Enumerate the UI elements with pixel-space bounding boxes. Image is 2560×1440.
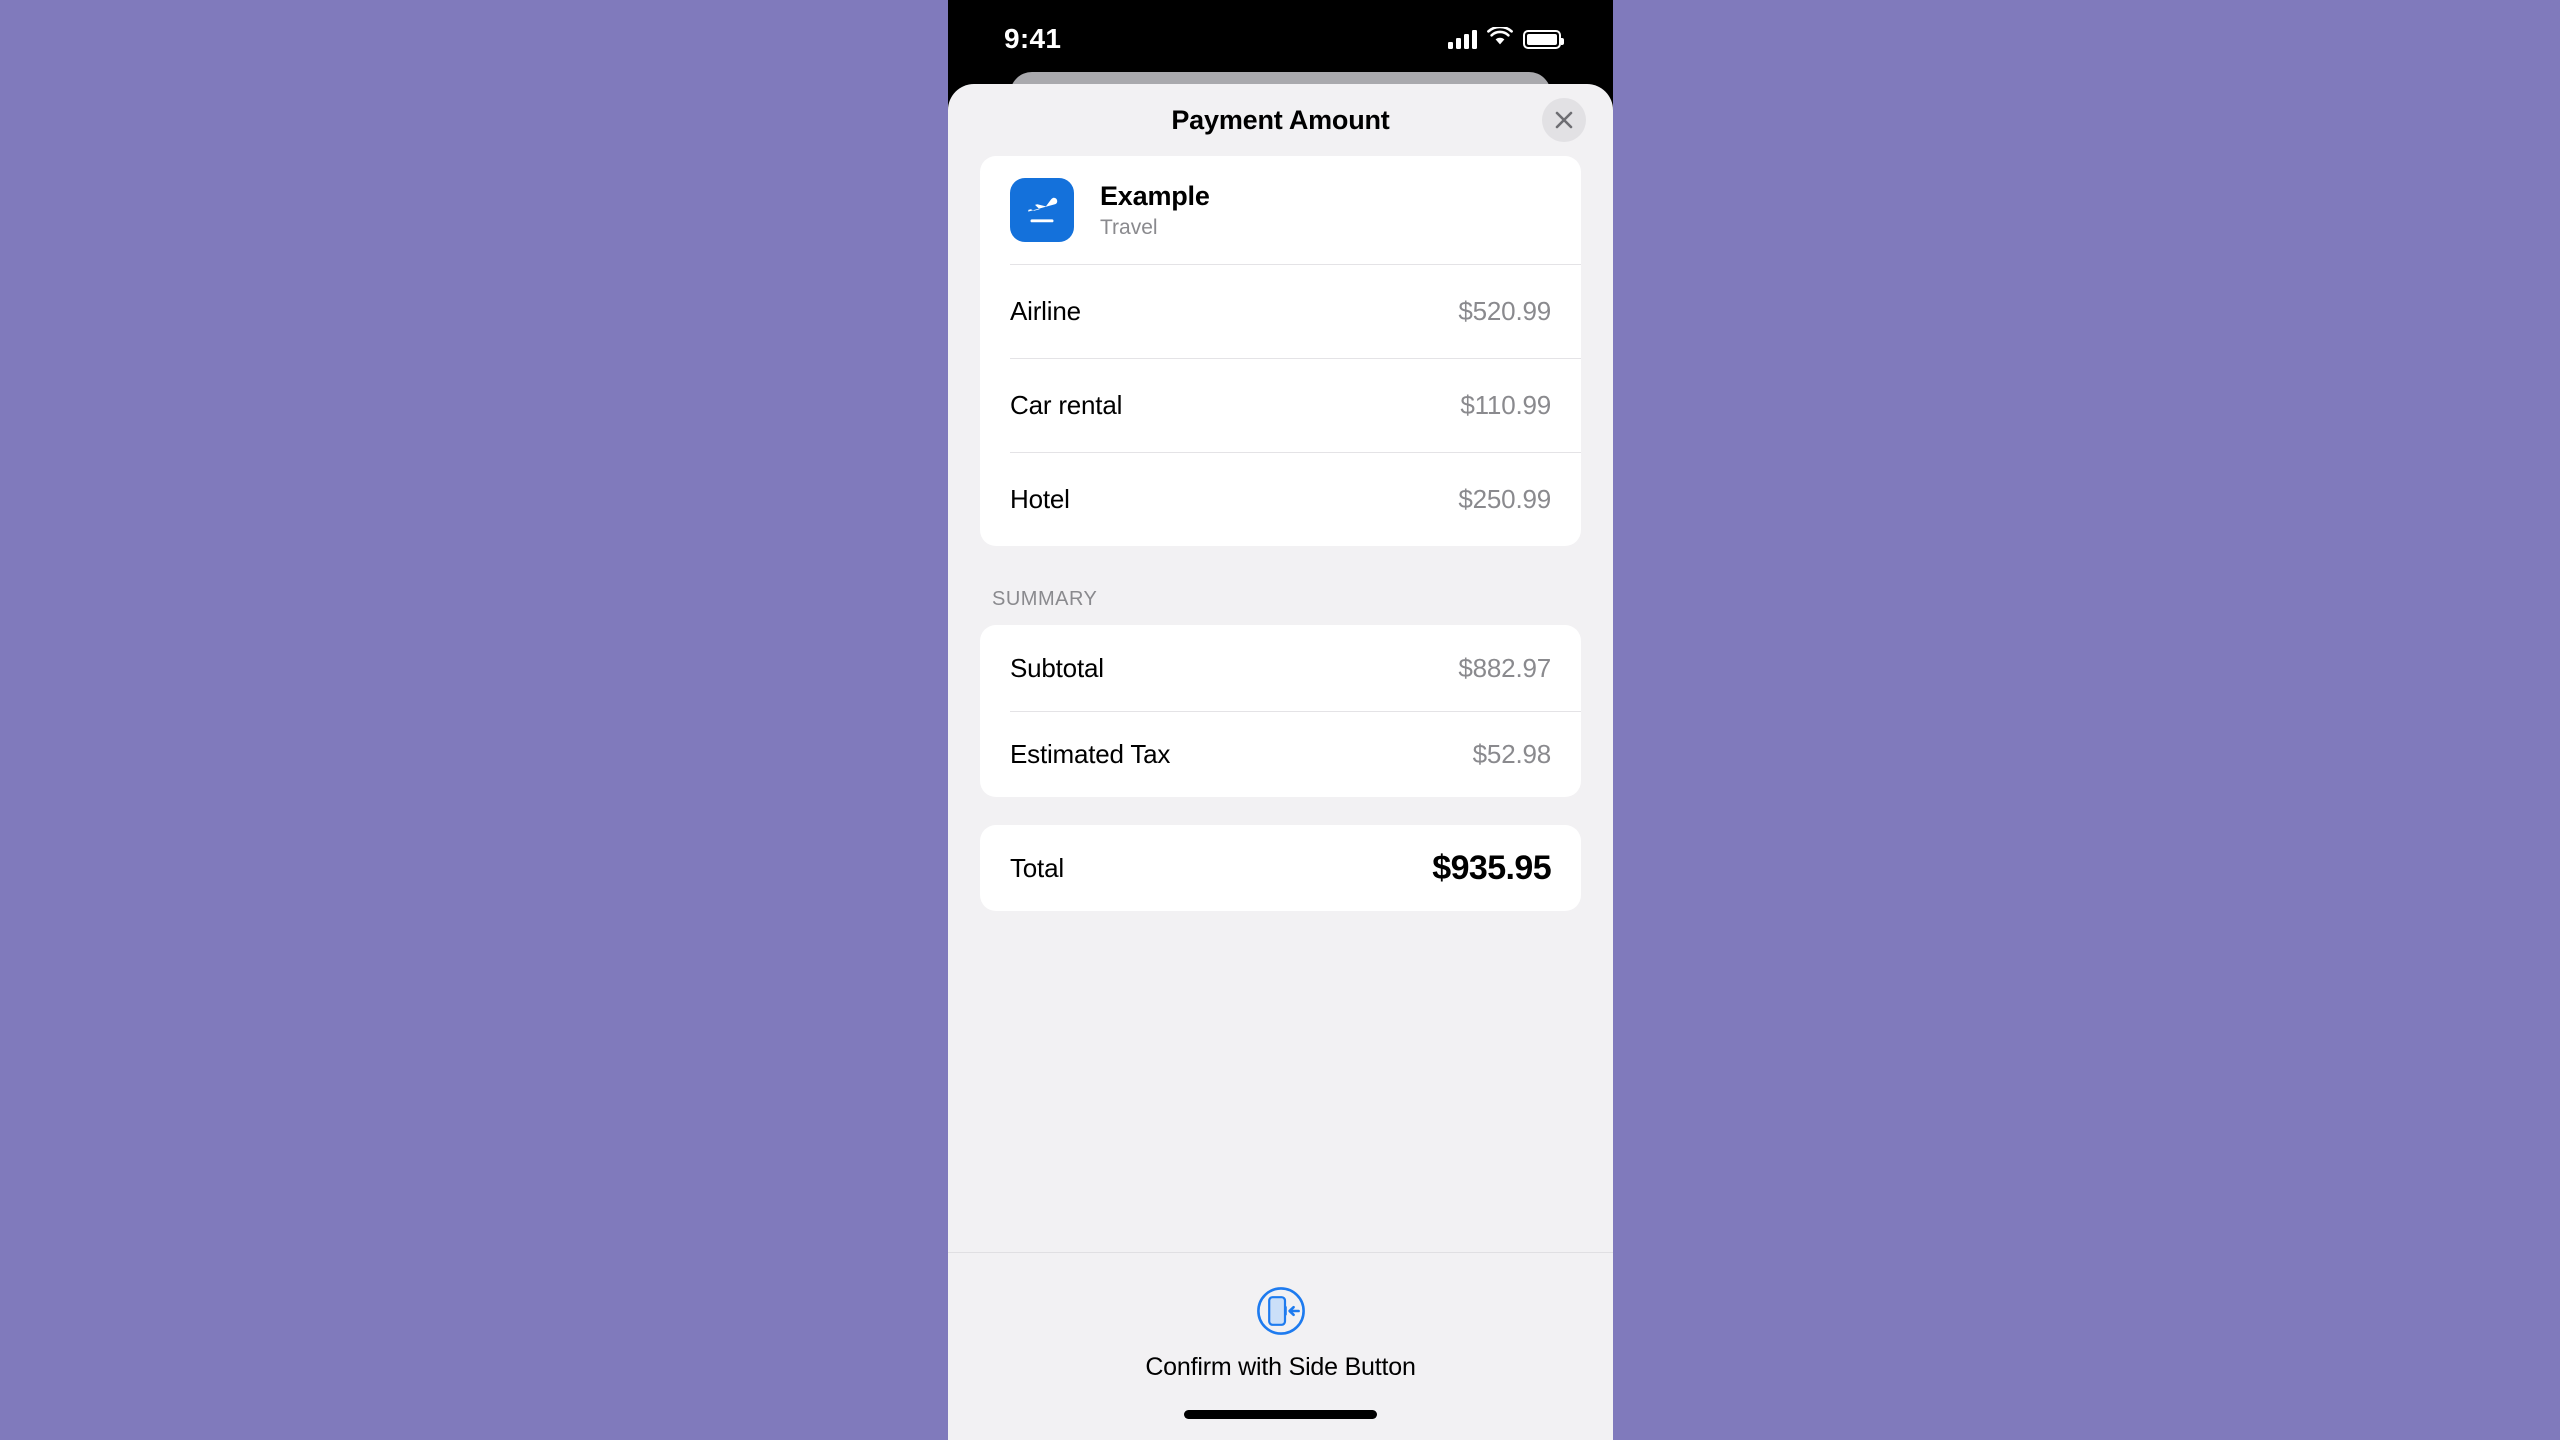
charges-card: Example Travel Airline $520.99 Car renta… [980,156,1581,546]
summary-row-value: $52.98 [1472,738,1552,769]
summary-heading: SUMMARY [992,588,1098,610]
table-row: Subtotal $882.97 [980,625,1581,711]
summary-row-label: Estimated Tax [1010,738,1171,769]
cellular-bars-icon [1448,29,1477,49]
merchant-name: Example [1100,180,1210,211]
merchant-text: Example Travel [1100,181,1210,240]
page-title: Payment Amount [1171,104,1390,135]
total-row: Total $935.95 [980,825,1581,911]
confirm-footer: Confirm with Side Button [948,1252,1613,1440]
home-indicator[interactable] [1184,1410,1377,1419]
summary-row-label: Subtotal [1010,652,1104,683]
total-value: $935.95 [1432,848,1551,887]
sheet-header: Payment Amount [948,84,1613,156]
close-icon [1553,109,1575,131]
total-card: Total $935.95 [980,825,1581,911]
confirm-label: Confirm with Side Button [1145,1353,1416,1381]
close-button[interactable] [1542,98,1586,142]
merchant-row: Example Travel [980,156,1581,264]
table-row: Airline $520.99 [980,264,1581,358]
total-label: Total [1010,852,1064,883]
line-item-value: $250.99 [1458,483,1551,514]
airplane-takeoff-icon [1010,178,1074,242]
merchant-category: Travel [1100,215,1158,239]
wifi-icon [1487,25,1513,51]
line-item-value: $110.99 [1460,389,1551,420]
table-row: Car rental $110.99 [980,358,1581,452]
side-button-confirm-icon [1255,1285,1307,1337]
status-bar: 9:41 [948,0,1613,72]
battery-icon [1523,29,1564,49]
status-bar-icons [1448,25,1564,51]
phone-frame: 9:41 Payment Amount Example Travel Airli… [948,0,1613,1440]
summary-row-value: $882.97 [1458,652,1551,683]
payment-sheet: Payment Amount Example Travel Airline $5… [948,84,1613,1440]
line-item-label: Hotel [1010,483,1070,514]
line-item-value: $520.99 [1458,295,1551,326]
sheet-body: Example Travel Airline $520.99 Car renta… [948,156,1613,1252]
status-bar-clock: 9:41 [1004,23,1062,54]
line-item-label: Airline [1010,295,1081,326]
line-item-label: Car rental [1010,389,1123,420]
table-row: Hotel $250.99 [980,452,1581,546]
table-row: Estimated Tax $52.98 [980,711,1581,797]
summary-card: Subtotal $882.97 Estimated Tax $52.98 [980,625,1581,797]
